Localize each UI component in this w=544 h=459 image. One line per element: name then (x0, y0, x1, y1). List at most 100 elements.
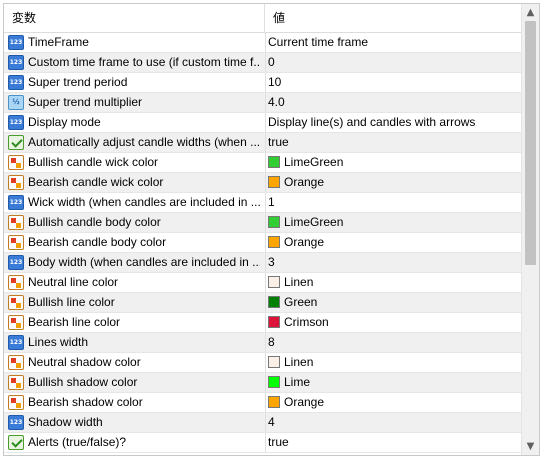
color-swatch[interactable] (268, 216, 280, 228)
parameter-value[interactable]: Green (268, 293, 518, 312)
parameter-value-text: Orange (284, 175, 325, 189)
parameter-value[interactable]: 10 (268, 73, 518, 92)
parameter-value-text: 0 (268, 55, 275, 69)
color-swatch[interactable] (268, 156, 280, 168)
color-icon (8, 375, 24, 390)
parameter-value[interactable]: true (268, 433, 518, 452)
column-divider (265, 313, 266, 332)
color-swatch[interactable] (268, 276, 280, 288)
parameter-value-text: Crimson (284, 315, 329, 329)
parameter-row[interactable]: 123 Wick width (when candles are included… (4, 193, 521, 213)
parameter-value[interactable]: Crimson (268, 313, 518, 332)
color-icon (8, 235, 24, 250)
parameter-row[interactable]: 123 Shadow width 4 (4, 413, 521, 433)
parameter-row[interactable]: 123 Super trend period 10 (4, 73, 521, 93)
color-icon (8, 355, 24, 370)
parameter-value[interactable]: 0 (268, 53, 518, 72)
boolean-icon (8, 135, 24, 150)
parameter-name: Bullish candle body color (28, 215, 161, 229)
parameter-row[interactable]: Bullish candle wick color LimeGreen (4, 153, 521, 173)
parameter-value[interactable]: 4 (268, 413, 518, 432)
parameter-value-text: Linen (284, 355, 314, 369)
integer-icon: 123 (8, 415, 24, 430)
parameter-value[interactable]: Lime (268, 373, 518, 392)
color-swatch[interactable] (268, 396, 280, 408)
parameter-name: Bullish candle wick color (28, 155, 159, 169)
parameter-row[interactable]: ½ Super trend multiplier 4.0 (4, 93, 521, 113)
parameter-name: Bearish candle body color (28, 235, 167, 249)
color-icon (8, 395, 24, 410)
parameter-row[interactable]: Bearish shadow color Orange (4, 393, 521, 413)
parameter-name: Super trend period (28, 75, 128, 89)
parameter-row[interactable]: Bullish line color Green (4, 293, 521, 313)
column-divider (265, 73, 266, 92)
parameter-value[interactable]: Linen (268, 273, 518, 292)
parameter-row[interactable]: 123 Custom time frame to use (if custom t… (4, 53, 521, 73)
color-swatch[interactable] (268, 176, 280, 188)
parameter-name: Bearish line color (28, 315, 121, 329)
integer-icon: 123 (8, 195, 24, 210)
parameter-name: Shadow width (28, 415, 103, 429)
color-icon (8, 175, 24, 190)
parameter-row[interactable]: 123 Body width (when candles are included… (4, 253, 521, 273)
column-header-variable[interactable]: 変数 (4, 4, 265, 32)
column-divider (265, 213, 266, 232)
color-swatch[interactable] (268, 376, 280, 388)
parameter-row[interactable]: 123 TimeFrame Current time frame (4, 33, 521, 53)
parameter-row[interactable]: Bullish candle body color LimeGreen (4, 213, 521, 233)
color-icon (8, 315, 24, 330)
parameter-row[interactable]: Bearish candle wick color Orange (4, 173, 521, 193)
parameter-value[interactable]: 1 (268, 193, 518, 212)
color-swatch[interactable] (268, 236, 280, 248)
parameter-row[interactable]: 123 Lines width 8 (4, 333, 521, 353)
parameter-value-text: LimeGreen (284, 155, 344, 169)
parameter-value[interactable]: 4.0 (268, 93, 518, 112)
parameter-value[interactable]: Orange (268, 393, 518, 412)
parameter-value[interactable]: 3 (268, 253, 518, 272)
parameter-name: Super trend multiplier (28, 95, 143, 109)
parameter-value-text: 3 (268, 255, 275, 269)
parameter-row[interactable]: 123 Display mode Display line(s) and candl… (4, 113, 521, 133)
parameter-value-text: Current time frame (268, 35, 369, 49)
parameter-row[interactable]: Bullish shadow color Lime (4, 373, 521, 393)
parameter-value[interactable]: Current time frame (268, 33, 518, 52)
color-swatch[interactable] (268, 296, 280, 308)
scrollbar-thumb[interactable] (525, 21, 536, 265)
scroll-up-arrow-icon[interactable]: ▲ (522, 4, 539, 21)
column-divider (265, 93, 266, 112)
parameter-value[interactable]: Orange (268, 173, 518, 192)
parameter-value[interactable]: Linen (268, 353, 518, 372)
column-divider (265, 253, 266, 272)
parameter-row[interactable]: Automatically adjust candle widths (when… (4, 133, 521, 153)
parameter-name: Wick width (when candles are included in… (28, 195, 260, 209)
parameter-value-text: LimeGreen (284, 215, 344, 229)
column-divider (265, 153, 266, 172)
parameter-value[interactable]: true (268, 133, 518, 152)
column-divider (265, 353, 266, 372)
parameter-name: Bullish line color (28, 295, 115, 309)
parameter-value-text: 10 (268, 75, 282, 89)
parameter-value-text: Linen (284, 275, 314, 289)
column-header-value[interactable]: 値 (265, 4, 521, 32)
parameter-row[interactable]: Alerts (true/false)? true (4, 433, 521, 453)
parameter-value[interactable]: LimeGreen (268, 153, 518, 172)
parameter-value[interactable]: Orange (268, 233, 518, 252)
color-swatch[interactable] (268, 316, 280, 328)
parameter-row[interactable]: Neutral line color Linen (4, 273, 521, 293)
color-icon (8, 155, 24, 170)
column-divider (265, 433, 266, 452)
parameter-value-text: 4 (268, 415, 275, 429)
column-divider (265, 233, 266, 252)
parameter-row[interactable]: Bearish line color Crimson (4, 313, 521, 333)
parameter-value[interactable]: LimeGreen (268, 213, 518, 232)
vertical-scrollbar[interactable]: ▲ ▼ (521, 4, 539, 455)
parameter-row[interactable]: Neutral shadow color Linen (4, 353, 521, 373)
parameter-row[interactable]: Bearish candle body color Orange (4, 233, 521, 253)
color-swatch[interactable] (268, 356, 280, 368)
integer-icon: 123 (8, 75, 24, 90)
scroll-down-arrow-icon[interactable]: ▼ (522, 438, 539, 455)
column-divider (265, 273, 266, 292)
parameters-grid: 変数 値 123 TimeFrame Current time frame 123 Cu… (3, 3, 540, 456)
parameter-value[interactable]: Display line(s) and candles with arrows (268, 113, 518, 132)
parameter-value[interactable]: 8 (268, 333, 518, 352)
